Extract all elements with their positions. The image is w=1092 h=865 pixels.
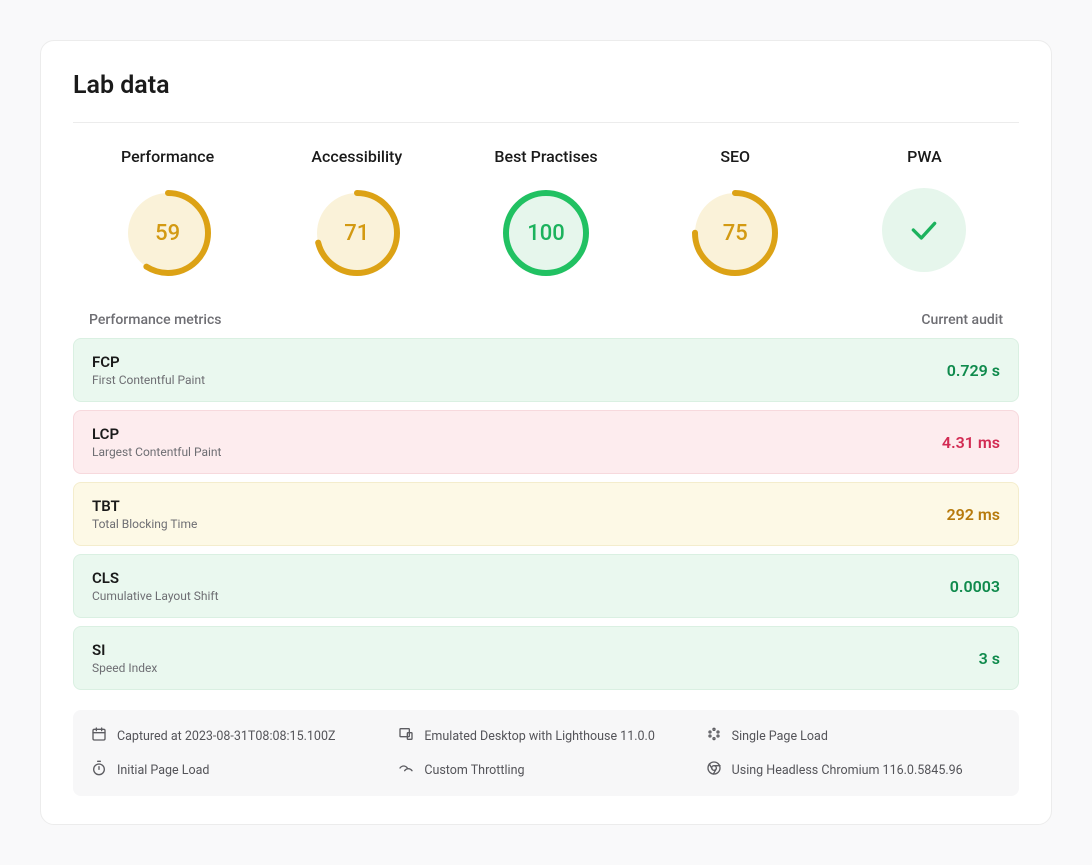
- metric-row-tbt: TBT Total Blocking Time 292 ms: [73, 482, 1019, 546]
- metrics-header: Performance metrics Current audit: [73, 312, 1019, 338]
- footer-item: Initial Page Load: [91, 760, 386, 780]
- gauge-ring: 71: [312, 188, 402, 278]
- metric-full: Total Blocking Time: [92, 517, 197, 531]
- divider: [73, 122, 1019, 123]
- footer-text: Emulated Desktop with Lighthouse 11.0.0: [424, 729, 655, 744]
- gauge-value: 71: [312, 188, 402, 278]
- metric-row-cls: CLS Cumulative Layout Shift 0.0003: [73, 554, 1019, 618]
- footer-text: Captured at 2023-08-31T08:08:15.100Z: [117, 729, 335, 744]
- footer-text: Initial Page Load: [117, 763, 210, 778]
- footer-item: Single Page Load: [706, 726, 1001, 746]
- pwa-check-icon: [882, 188, 966, 272]
- gauge-value: 75: [690, 188, 780, 278]
- gauges-row: Performance 59 Accessibility 71 Best Practis…: [73, 147, 1019, 278]
- metrics-header-left: Performance metrics: [89, 312, 221, 328]
- calendar-icon: [91, 726, 107, 746]
- metric-abbr: SI: [92, 641, 157, 659]
- metrics-list: FCP First Contentful Paint 0.729 s LCP Large…: [73, 338, 1019, 690]
- metric-label-group: LCP Largest Contentful Paint: [92, 425, 221, 459]
- metric-label-group: TBT Total Blocking Time: [92, 497, 197, 531]
- footer-text: Single Page Load: [732, 729, 828, 744]
- devices-icon: [398, 726, 414, 746]
- metric-full: Largest Contentful Paint: [92, 445, 221, 459]
- footer-item: Emulated Desktop with Lighthouse 11.0.0: [398, 726, 693, 746]
- metric-abbr: TBT: [92, 497, 197, 515]
- network-icon: [398, 760, 414, 780]
- metric-row-lcp: LCP Largest Contentful Paint 4.31 ms: [73, 410, 1019, 474]
- metric-value: 3 s: [979, 649, 1000, 668]
- gauge-ring: 75: [690, 188, 780, 278]
- gauge-pwa: PWA: [830, 147, 1019, 272]
- metric-row-si: SI Speed Index 3 s: [73, 626, 1019, 690]
- footer-text: Custom Throttling: [424, 763, 524, 778]
- metric-full: First Contentful Paint: [92, 373, 205, 387]
- metric-label-group: FCP First Contentful Paint: [92, 353, 205, 387]
- metric-abbr: CLS: [92, 569, 219, 587]
- footer-item: Using Headless Chromium 116.0.5845.96: [706, 760, 1001, 780]
- gauge-seo: SEO 75: [641, 147, 830, 278]
- metric-label-group: SI Speed Index: [92, 641, 157, 675]
- gauge-label: SEO: [720, 147, 750, 166]
- metric-abbr: LCP: [92, 425, 221, 443]
- footer-item: Captured at 2023-08-31T08:08:15.100Z: [91, 726, 386, 746]
- gauge-ring: 100: [501, 188, 591, 278]
- footer-info: Captured at 2023-08-31T08:08:15.100Z Emul…: [73, 710, 1019, 796]
- card-title: Lab data: [73, 71, 1019, 100]
- gauge-best-practises: Best Practises 100: [451, 147, 640, 278]
- gauge-value: 100: [501, 188, 591, 278]
- gauge-ring: 59: [123, 188, 213, 278]
- gauge-label: PWA: [907, 147, 942, 166]
- gauge-performance: Performance 59: [73, 147, 262, 278]
- gauge-label: Accessibility: [311, 147, 402, 166]
- gauge-label: Performance: [121, 147, 214, 166]
- lab-data-card: Lab data Performance 59 Accessibility 71 Bes…: [40, 40, 1052, 825]
- metric-value: 292 ms: [946, 505, 1000, 524]
- gauge-label: Best Practises: [494, 147, 597, 166]
- metrics-header-right: Current audit: [921, 312, 1003, 328]
- metric-value: 0.0003: [950, 577, 1000, 596]
- metric-value: 4.31 ms: [942, 433, 1000, 452]
- footer-item: Custom Throttling: [398, 760, 693, 780]
- spinner-icon: [706, 726, 722, 746]
- metric-abbr: FCP: [92, 353, 205, 371]
- metric-full: Cumulative Layout Shift: [92, 589, 219, 603]
- metric-label-group: CLS Cumulative Layout Shift: [92, 569, 219, 603]
- metric-value: 0.729 s: [947, 361, 1000, 380]
- gauge-accessibility: Accessibility 71: [262, 147, 451, 278]
- metric-row-fcp: FCP First Contentful Paint 0.729 s: [73, 338, 1019, 402]
- metric-full: Speed Index: [92, 661, 157, 675]
- stopwatch-icon: [91, 760, 107, 780]
- gauge-value: 59: [123, 188, 213, 278]
- footer-text: Using Headless Chromium 116.0.5845.96: [732, 763, 963, 778]
- chrome-icon: [706, 760, 722, 780]
